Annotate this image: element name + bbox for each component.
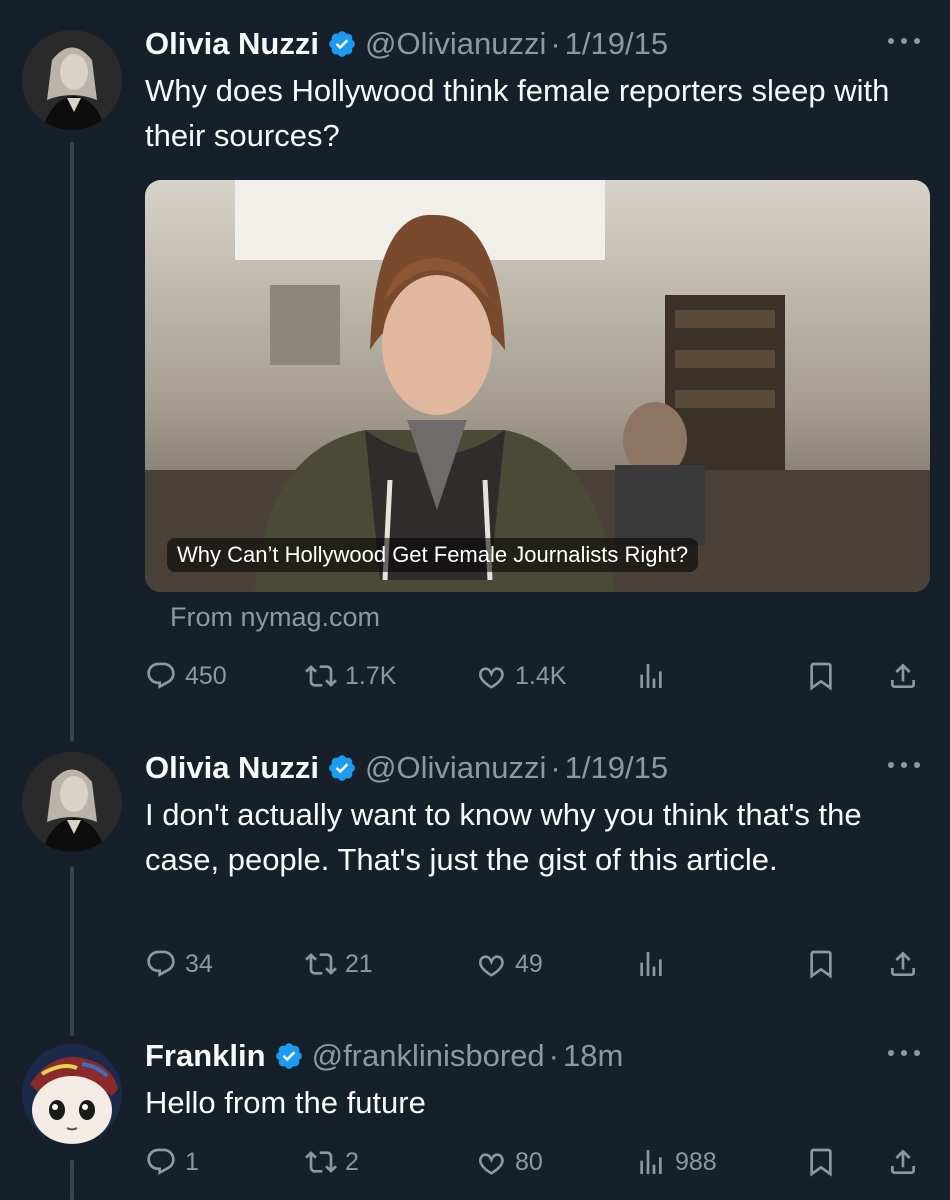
repost-count: 1.7K xyxy=(345,661,397,690)
tweet-actions: 34 21 49 xyxy=(145,944,930,984)
author-name[interactable]: Franklin xyxy=(145,1038,266,1074)
views-icon xyxy=(640,664,662,688)
repost-icon xyxy=(305,953,337,975)
card-source[interactable]: From nymag.com xyxy=(170,602,380,633)
views-button[interactable]: 988 xyxy=(635,1142,717,1182)
like-icon xyxy=(479,667,504,689)
views-icon xyxy=(640,1150,662,1174)
bookmark-icon xyxy=(810,662,832,691)
tweet-text: Why does Hollywood think female reporter… xyxy=(145,73,890,153)
views-count: 988 xyxy=(675,1147,717,1176)
more-icon[interactable] xyxy=(888,760,920,770)
bookmark-button[interactable] xyxy=(805,656,837,696)
share-icon xyxy=(891,1149,915,1174)
bookmark-button[interactable] xyxy=(805,1142,837,1182)
like-icon xyxy=(479,1153,504,1175)
reply-icon xyxy=(147,950,175,977)
repost-count: 2 xyxy=(345,1147,359,1176)
verified-icon xyxy=(275,1043,302,1069)
tweet-text: Hello from the future xyxy=(145,1085,426,1120)
like-count: 80 xyxy=(515,1147,543,1176)
verified-icon xyxy=(329,755,355,781)
like-count: 49 xyxy=(515,949,543,978)
tweet-header: Olivia Nuzzi @Olivianuzzi · 1/19/15 xyxy=(145,24,928,64)
author-handle[interactable]: @Olivianuzzi xyxy=(365,26,546,62)
like-button[interactable]: 1.4K xyxy=(475,656,566,696)
tweet-actions: 1 2 80 988 xyxy=(145,1142,930,1182)
repost-button[interactable]: 21 xyxy=(305,944,373,984)
like-count: 1.4K xyxy=(515,661,567,690)
reply-count: 1 xyxy=(185,1147,199,1176)
views-button[interactable] xyxy=(635,944,667,984)
reply-button[interactable]: 450 xyxy=(145,656,227,696)
share-button[interactable] xyxy=(887,656,919,696)
repost-icon xyxy=(305,665,337,687)
like-icon xyxy=(479,955,504,977)
like-button[interactable]: 49 xyxy=(475,944,543,984)
tweet-actions: 450 1.7K 1.4K xyxy=(145,656,930,696)
author-handle[interactable]: @Olivianuzzi xyxy=(365,750,546,786)
card-caption: Why Can’t Hollywood Get Female Journalis… xyxy=(167,538,699,572)
more-icon[interactable] xyxy=(888,1048,920,1058)
repost-icon xyxy=(305,1151,337,1173)
tweet-header: Olivia Nuzzi @Olivianuzzi · 1/19/15 xyxy=(145,748,928,788)
like-button[interactable]: 80 xyxy=(475,1142,543,1182)
avatar[interactable] xyxy=(22,752,122,852)
author-handle[interactable]: @franklinisbored xyxy=(312,1038,545,1074)
tweet-header: Franklin @franklinisbored · 18m xyxy=(145,1036,928,1076)
timestamp[interactable]: 1/19/15 xyxy=(565,26,668,62)
reply-button[interactable]: 1 xyxy=(145,1142,199,1182)
reply-icon xyxy=(147,1148,175,1175)
reply-icon xyxy=(147,662,175,689)
reply-count: 450 xyxy=(185,661,227,690)
thread-line xyxy=(70,866,74,1036)
repost-button[interactable]: 2 xyxy=(305,1142,359,1182)
verified-icon xyxy=(329,31,355,57)
timestamp[interactable]: 1/19/15 xyxy=(565,750,668,786)
card-image xyxy=(145,180,930,592)
thread-line xyxy=(70,1160,74,1200)
views-button[interactable] xyxy=(635,656,667,696)
thread-line xyxy=(70,142,74,742)
author-name[interactable]: Olivia Nuzzi xyxy=(145,26,319,62)
timeline: Olivia Nuzzi @Olivianuzzi · 1/19/15 Why … xyxy=(0,0,950,1200)
timestamp[interactable]: 18m xyxy=(563,1038,623,1074)
tweet-text: I don't actually want to know why you th… xyxy=(145,797,862,877)
separator: · xyxy=(550,26,561,61)
share-icon xyxy=(891,663,915,688)
separator: · xyxy=(550,750,561,785)
link-card[interactable]: Why Can’t Hollywood Get Female Journalis… xyxy=(145,180,930,592)
bookmark-icon xyxy=(810,1148,832,1177)
bookmark-button[interactable] xyxy=(805,944,837,984)
repost-count: 21 xyxy=(345,949,373,978)
avatar[interactable] xyxy=(22,1044,122,1144)
reply-count: 34 xyxy=(185,949,213,978)
share-button[interactable] xyxy=(887,1142,919,1182)
share-icon xyxy=(891,951,915,976)
separator: · xyxy=(548,1038,559,1073)
bookmark-icon xyxy=(810,950,832,979)
views-icon xyxy=(640,952,662,976)
reply-button[interactable]: 34 xyxy=(145,944,213,984)
author-name[interactable]: Olivia Nuzzi xyxy=(145,750,319,786)
more-icon[interactable] xyxy=(888,36,920,46)
share-button[interactable] xyxy=(887,944,919,984)
avatar[interactable] xyxy=(22,30,122,130)
repost-button[interactable]: 1.7K xyxy=(305,656,396,696)
